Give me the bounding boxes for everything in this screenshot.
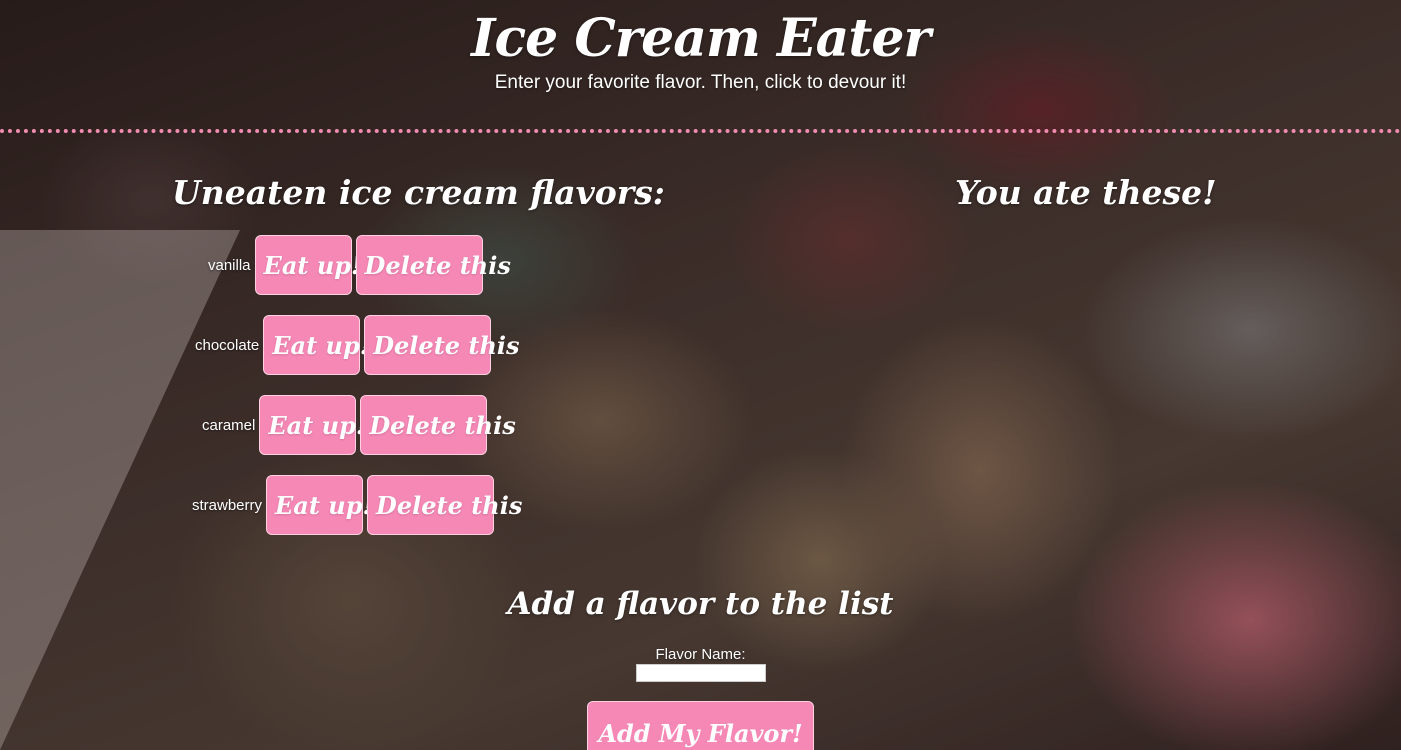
page-subtitle: Enter your favorite flavor. Then, click … [494,72,907,93]
flavor-item-vanilla: vanilla Eat up! Delete this [208,235,511,295]
dotted-divider [0,129,1401,133]
flavor-item-caramel: caramel Eat up! Delete this [202,395,516,455]
page-title: Ice Cream Eater [471,8,931,69]
flavor-name: vanilla [208,256,251,274]
flavor-item-strawberry: strawberry Eat up! Delete this [192,475,522,535]
add-flavor-form: Add a flavor to the list Flavor Name: Ad… [0,582,1401,750]
eat-up-button[interactable]: Eat up! [266,475,373,535]
flavor-name: strawberry [192,496,263,514]
add-flavor-heading: Add a flavor to the list [507,586,894,622]
flavor-name-label: Flavor Name: [655,646,746,663]
eaten-heading: You ate these! [955,173,1217,212]
delete-button[interactable]: Delete this [360,395,516,455]
delete-button[interactable]: Delete this [367,475,522,535]
delete-button[interactable]: Delete this [355,235,511,295]
eat-up-button[interactable]: Eat up! [263,315,370,375]
flavor-name-input[interactable] [635,664,766,682]
uneaten-heading: Uneaten ice cream flavors: [172,173,665,212]
flavor-name: caramel [202,416,256,434]
flavor-item-chocolate: chocolate Eat up! Delete this [195,315,520,375]
delete-button[interactable]: Delete this [364,315,520,375]
eat-up-button[interactable]: Eat up! [254,235,362,295]
flavor-name: chocolate [195,336,260,354]
add-flavor-button[interactable]: Add My Flavor! [587,701,814,750]
page-header: Ice Cream Eater Enter your favorite flav… [0,0,1401,94]
eat-up-button[interactable]: Eat up! [259,395,366,455]
